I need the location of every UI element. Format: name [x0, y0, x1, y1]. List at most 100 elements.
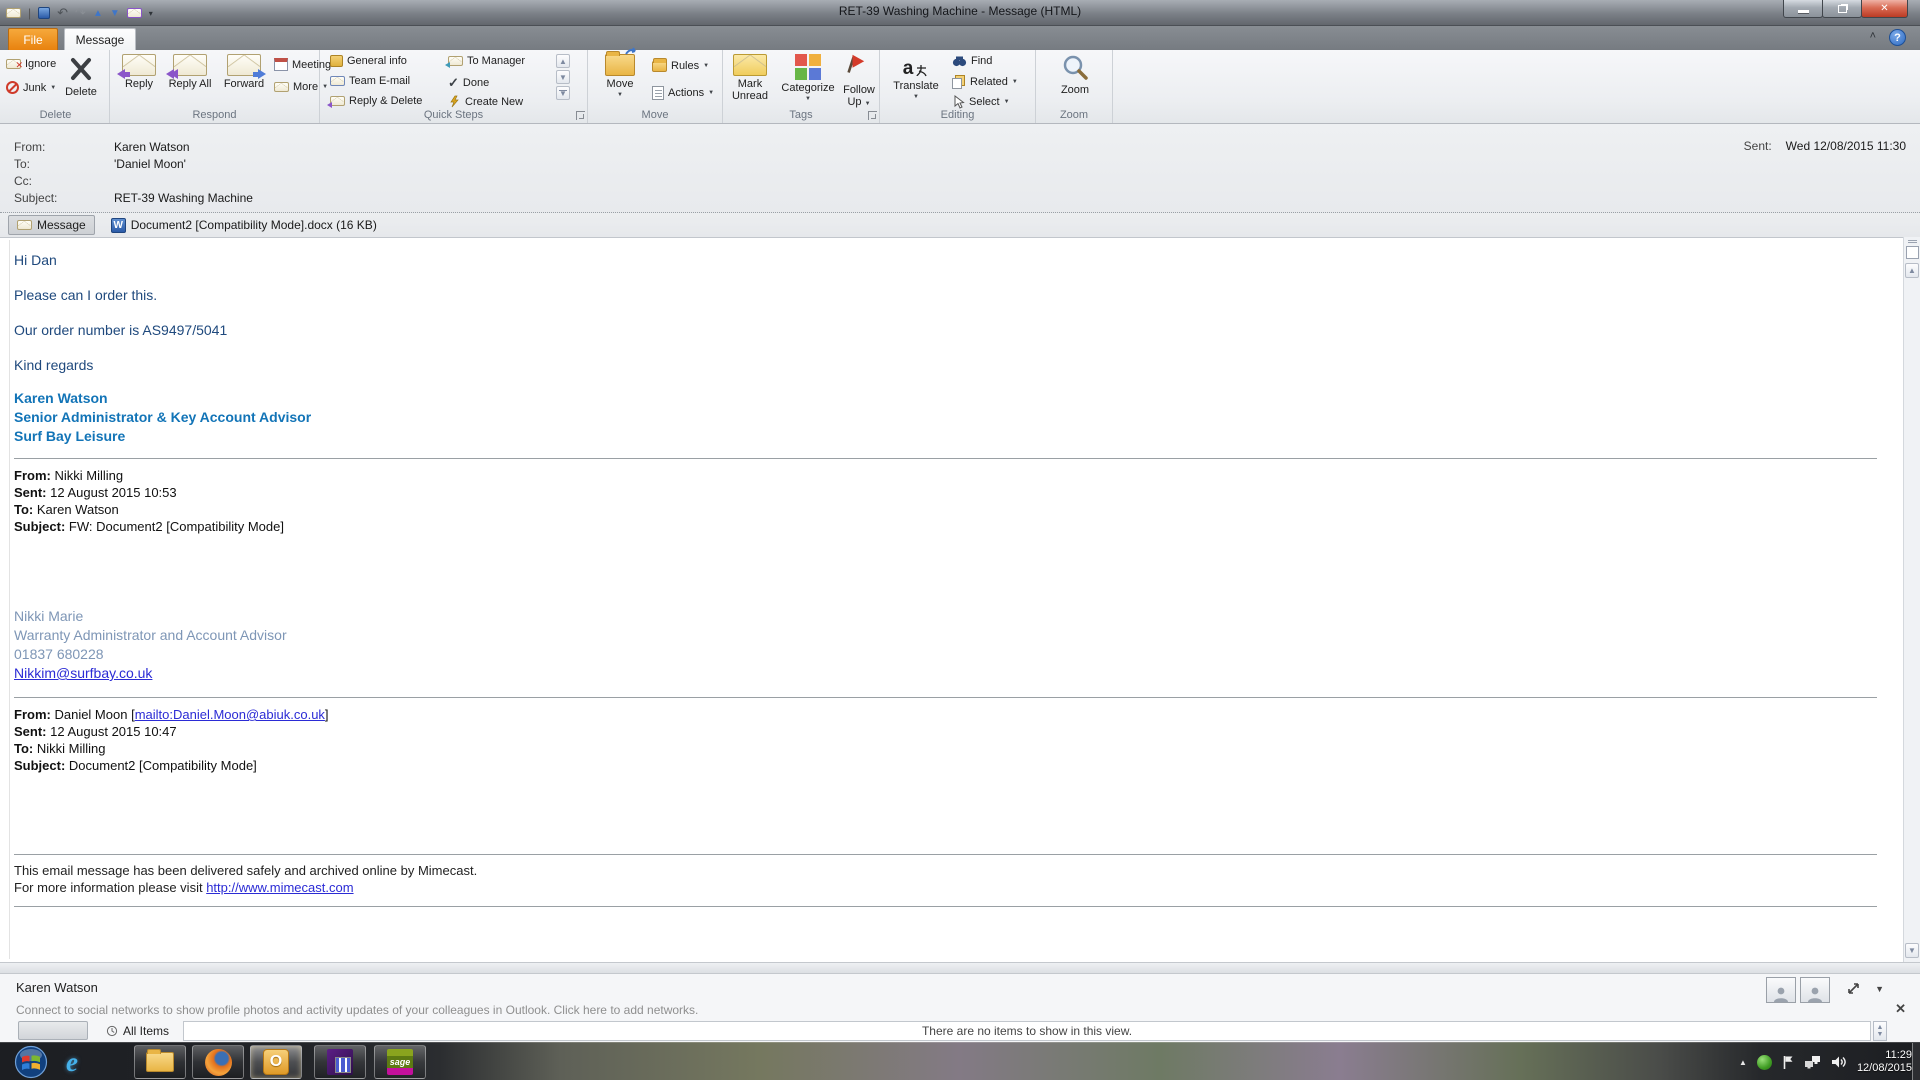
avatar[interactable]: [1800, 977, 1830, 1003]
follow-up-button[interactable]: FollowUp ▼: [839, 52, 879, 108]
mark-unread-button[interactable]: MarkUnread: [725, 52, 775, 102]
tray-expand-icon[interactable]: ▲: [1739, 1058, 1747, 1067]
move-down-icon[interactable]: ▼: [110, 8, 120, 19]
reading-pane-icon[interactable]: [1906, 246, 1919, 259]
body-scrollbar[interactable]: ▲ ▼: [1903, 237, 1920, 962]
group-caption-respond: Respond: [110, 109, 319, 121]
delete-button[interactable]: Delete: [56, 52, 106, 98]
quickstep-team-email[interactable]: Team E-mail: [330, 75, 410, 87]
move-button[interactable]: Move▼: [598, 52, 642, 98]
internet-explorer-icon[interactable]: e: [66, 1047, 78, 1078]
expand-people-pane-icon[interactable]: [1847, 982, 1860, 998]
categorize-button[interactable]: Categorize▼: [777, 52, 839, 102]
actions-button[interactable]: Actions▼: [652, 86, 714, 100]
restore-button[interactable]: [1822, 0, 1862, 18]
close-social-bar-icon[interactable]: ✕: [1895, 1001, 1906, 1017]
more-icon: [274, 82, 289, 92]
taskbar-outlook[interactable]: O: [250, 1045, 302, 1079]
close-button[interactable]: ✕: [1861, 0, 1908, 18]
zoom-button[interactable]: Zoom: [1050, 52, 1100, 96]
quick-steps-scroll[interactable]: ▲ ▼ ▼: [556, 54, 571, 100]
taskbar-firefox[interactable]: [192, 1045, 244, 1079]
reply-icon: [122, 54, 156, 76]
tray-green-status-icon[interactable]: [1757, 1055, 1772, 1070]
attachment-item[interactable]: W Document2 [Compatibility Mode].docx (1…: [105, 215, 383, 235]
to-value: 'Daniel Moon': [114, 157, 186, 171]
action-center-flag-icon[interactable]: [1782, 1055, 1794, 1070]
quoted-header-2: From: Daniel Moon [mailto:Daniel.Moon@ab…: [14, 706, 1877, 774]
ribbon-tab-row: File Message ˄ ?: [0, 26, 1920, 50]
social-connect-text[interactable]: Connect to social networks to show profi…: [16, 1003, 698, 1017]
help-icon[interactable]: ?: [1889, 29, 1906, 46]
forward-button[interactable]: Forward: [218, 52, 270, 90]
reply-all-icon: [173, 54, 207, 76]
scroll-down-icon[interactable]: ▼: [1905, 943, 1919, 958]
junk-button[interactable]: Junk▼: [6, 81, 56, 94]
reply-all-button[interactable]: Reply All: [166, 52, 214, 90]
quickstep-reply-delete[interactable]: Reply & Delete: [330, 95, 422, 107]
mailto-link[interactable]: mailto:Daniel.Moon@abiuk.co.uk: [135, 707, 325, 722]
done-check-icon: ✓: [448, 75, 459, 91]
save-icon[interactable]: [38, 7, 50, 19]
from-value: Karen Watson: [114, 140, 190, 154]
related-button[interactable]: Related▼: [952, 75, 1018, 89]
divider: [14, 697, 1877, 698]
window-controls: ✕: [1784, 0, 1908, 18]
message-view-tab[interactable]: Message: [8, 215, 95, 235]
group-caption-editing: Editing: [880, 109, 1035, 121]
minimize-ribbon-icon[interactable]: ˄: [1870, 31, 1876, 42]
translate-button[interactable]: a Translate▼: [888, 52, 944, 100]
people-pane-list: There are no items to show in this view.: [183, 1021, 1871, 1041]
customize-qat-icon[interactable]: ▾: [149, 9, 153, 18]
taskbar-clock[interactable]: 11:29 12/08/2015: [1857, 1049, 1912, 1075]
email-link[interactable]: Nikkim@surfbay.co.uk: [14, 665, 152, 681]
message-body: Hi Dan Please can I order this. Our orde…: [0, 237, 1903, 962]
subject-value: RET-39 Washing Machine: [114, 191, 253, 205]
select-button[interactable]: Select▼: [952, 95, 1010, 109]
quickstep-to-manager[interactable]: To Manager: [448, 55, 525, 67]
all-items-icon: [106, 1025, 118, 1037]
taskbar-sage[interactable]: sage: [374, 1045, 426, 1079]
send-receive-icon[interactable]: [127, 8, 142, 18]
translate-icon: a: [903, 54, 930, 78]
avatar[interactable]: [1766, 977, 1796, 1003]
reply-delete-icon: [330, 96, 345, 106]
mail-icon: [6, 8, 21, 18]
titlebar: | ↶ ↷ ▲ ▼ ▾ RET-39 Washing Machine - Mes…: [0, 0, 1920, 26]
quickstep-done[interactable]: ✓ Done: [448, 75, 489, 91]
categorize-icon: [795, 54, 821, 80]
tab-message[interactable]: Message: [64, 28, 136, 50]
find-icon: [952, 55, 967, 67]
all-items-tab[interactable]: All Items: [106, 1024, 169, 1038]
taskbar-app-purple[interactable]: [314, 1045, 366, 1079]
chevron-down-icon[interactable]: ▼: [1875, 984, 1884, 994]
redo-icon: ↷: [75, 5, 86, 21]
show-desktop-button[interactable]: [1912, 1043, 1920, 1080]
tab-file[interactable]: File: [8, 28, 58, 50]
minimize-button[interactable]: [1783, 0, 1823, 18]
move-up-icon[interactable]: ▲: [93, 8, 103, 19]
start-button[interactable]: [14, 1045, 48, 1079]
pane-splitter[interactable]: [0, 962, 1920, 974]
group-caption-quick-steps: Quick Steps: [320, 109, 587, 121]
people-pane-button[interactable]: [18, 1021, 88, 1040]
volume-icon[interactable]: [1831, 1055, 1847, 1069]
rules-button[interactable]: Rules▼: [652, 60, 709, 72]
people-pane-avatars: [1762, 977, 1830, 1003]
sent-value: Wed 12/08/2015 11:30: [1786, 139, 1906, 153]
taskbar-windows-explorer[interactable]: [134, 1045, 186, 1079]
reply-button[interactable]: Reply: [116, 52, 162, 90]
pane-grip[interactable]: [1908, 240, 1917, 243]
team-email-icon: [330, 76, 345, 86]
list-scroll-spinner[interactable]: ▲▼: [1873, 1021, 1887, 1041]
network-icon[interactable]: [1804, 1055, 1821, 1069]
outlook-icon: O: [263, 1049, 289, 1075]
find-button[interactable]: Find: [952, 55, 992, 67]
mimecast-link[interactable]: http://www.mimecast.com: [206, 880, 353, 895]
taskbar: e O sage ▲ 11:29 12/08/2015: [0, 1042, 1920, 1080]
quickstep-general-info[interactable]: General info: [330, 55, 407, 67]
quickstep-create-new[interactable]: Create New: [448, 95, 523, 108]
scroll-up-icon[interactable]: ▲: [1905, 263, 1919, 278]
ignore-button[interactable]: ✕ Ignore: [6, 58, 56, 70]
undo-icon[interactable]: ↶: [57, 5, 68, 21]
